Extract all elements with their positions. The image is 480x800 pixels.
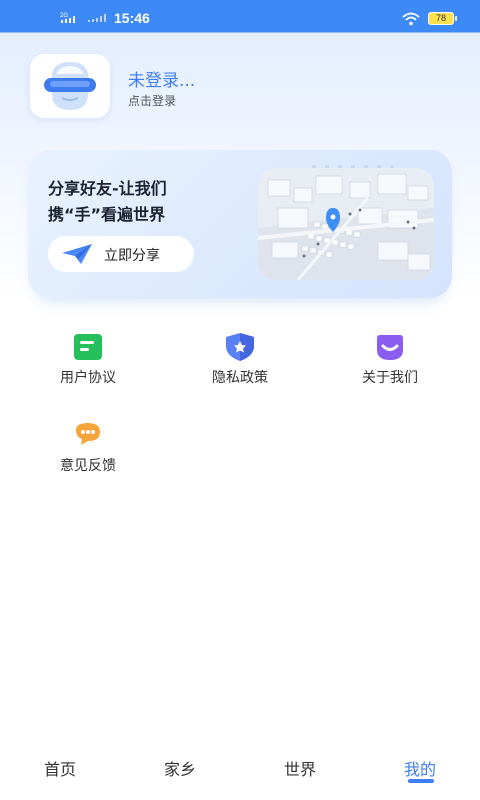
banner-title-line1: 分享好友-让我们 xyxy=(48,179,167,198)
menu-item-user-agreement[interactable]: 用户协议 xyxy=(8,330,168,400)
secondary-signal-icon xyxy=(88,14,106,22)
status-time: 15:46 xyxy=(114,10,150,26)
smile-icon xyxy=(377,335,403,360)
menu-item-label: 关于我们 xyxy=(362,370,418,386)
paper-plane-icon xyxy=(62,244,92,264)
shield-icon xyxy=(226,333,254,361)
tab-mine[interactable]: 我的 xyxy=(360,756,480,780)
bottom-tab-bar: 首页 家乡 世界 我的 xyxy=(0,744,480,800)
city-map-illustration xyxy=(258,168,434,280)
menu-item-privacy-policy[interactable]: 隐私政策 xyxy=(160,330,320,400)
tab-hometown[interactable]: 家乡 xyxy=(120,756,240,780)
share-now-label: 立即分享 xyxy=(104,248,160,264)
tab-world[interactable]: 世界 xyxy=(240,756,360,780)
login-hint[interactable]: 点击登录 xyxy=(128,92,176,109)
login-status-title[interactable]: 未登录... xyxy=(128,66,195,91)
gesture-bar xyxy=(54,795,426,798)
vr-headset-avatar-icon xyxy=(44,62,96,110)
menu-item-label: 用户协议 xyxy=(60,370,116,386)
wifi-icon xyxy=(402,12,420,26)
share-now-button[interactable]: 立即分享 xyxy=(48,236,194,272)
chat-bubble-icon xyxy=(76,423,100,445)
avatar[interactable] xyxy=(30,54,110,118)
active-tab-indicator xyxy=(408,779,434,783)
menu-item-label: 意见反馈 xyxy=(60,458,116,474)
banner-title: 分享好友-让我们 携“手”看遍世界 xyxy=(48,176,248,228)
document-icon xyxy=(74,334,102,360)
share-banner[interactable]: 分享好友-让我们 携“手”看遍世界 立即分享 xyxy=(28,150,452,298)
battery-icon: 78 xyxy=(428,12,457,25)
menu-item-label: 隐私政策 xyxy=(212,370,268,386)
status-bar: 2G 15:46 78 xyxy=(0,0,480,36)
tab-home[interactable]: 首页 xyxy=(0,756,120,780)
menu-item-feedback[interactable]: 意见反馈 xyxy=(8,418,168,488)
banner-title-line2: 携“手”看遍世界 xyxy=(48,205,166,224)
menu-item-about-us[interactable]: 关于我们 xyxy=(310,330,470,400)
profile-header[interactable]: 未登录... 点击登录 xyxy=(30,54,450,118)
svg-text:2G: 2G xyxy=(60,13,68,19)
cellular-signal-icon: 2G xyxy=(60,13,75,23)
